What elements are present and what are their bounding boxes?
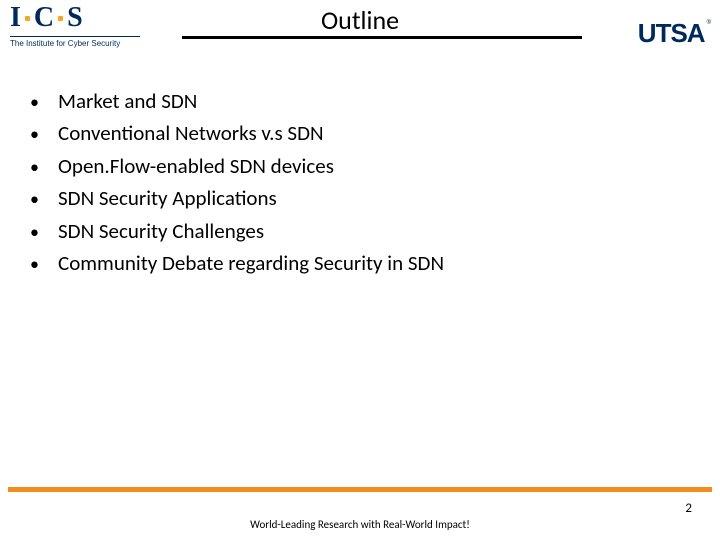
- dot-icon: [58, 16, 63, 21]
- outline-list: Market and SDN Conventional Networks v.s…: [30, 86, 444, 281]
- ics-logo-letters: I C S: [10, 2, 140, 34]
- list-item: Conventional Networks v.s SDN: [30, 118, 444, 148]
- trademark-icon: ®: [707, 20, 710, 26]
- ics-letter-s: S: [67, 2, 83, 34]
- dot-icon: [25, 16, 30, 21]
- ics-letter-i: I: [10, 2, 21, 34]
- footer-tagline: World-Leading Research with Real-World I…: [230, 518, 490, 532]
- list-item-text: SDN Security Challenges: [58, 216, 264, 246]
- title-underline: [182, 36, 582, 39]
- ics-logo-subtitle: The Institute for Cyber Security: [10, 36, 140, 48]
- slide-title: Outline: [321, 4, 399, 36]
- ics-logo: I C S The Institute for Cyber Security: [10, 2, 140, 48]
- list-item: Community Debate regarding Security in S…: [30, 248, 444, 278]
- list-item: SDN Security Applications: [30, 183, 444, 213]
- list-item-text: SDN Security Applications: [58, 183, 277, 213]
- list-item-text: Community Debate regarding Security in S…: [58, 248, 444, 278]
- slide-header: I C S The Institute for Cyber Security O…: [0, 0, 720, 70]
- list-item: Market and SDN: [30, 86, 444, 116]
- list-item-text: Market and SDN: [58, 86, 197, 116]
- page-number: 2: [685, 501, 692, 516]
- list-item: SDN Security Challenges: [30, 216, 444, 246]
- list-item-text: Conventional Networks v.s SDN: [58, 118, 324, 148]
- list-item: Open.Flow-enabled SDN devices: [30, 151, 444, 181]
- footer-divider: [8, 487, 712, 492]
- list-item-text: Open.Flow-enabled SDN devices: [58, 151, 334, 181]
- utsa-logo: UTSA ®: [638, 18, 710, 49]
- ics-letter-c: C: [34, 2, 54, 34]
- utsa-logo-text: UTSA: [638, 18, 705, 49]
